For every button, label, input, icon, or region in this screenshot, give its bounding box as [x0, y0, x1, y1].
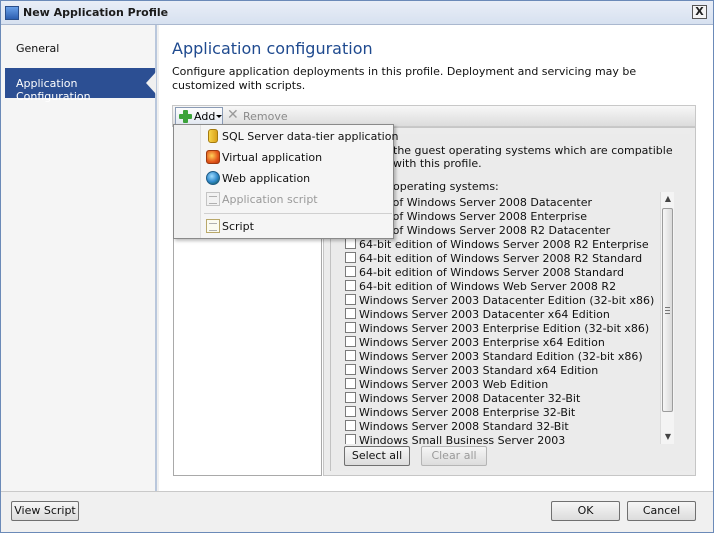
- os-label: ition of Windows Server 2008 R2 Datacent…: [365, 224, 611, 237]
- os-checkbox[interactable]: [345, 392, 356, 403]
- os-checkbox[interactable]: [345, 364, 356, 375]
- menu-item-virtual-application[interactable]: Virtual application: [174, 147, 393, 167]
- web-globe-icon: [206, 171, 220, 185]
- os-list-scrollbar[interactable]: ▲ ▼: [660, 192, 674, 444]
- os-list-label: operating systems:: [393, 180, 499, 193]
- footer: View Script OK Cancel: [1, 491, 713, 532]
- os-label: ition of Windows Server 2008 Datacenter: [365, 196, 593, 209]
- os-checkbox[interactable]: [345, 294, 356, 305]
- title-bar[interactable]: New Application Profile X: [1, 1, 713, 25]
- menu-item-web-application[interactable]: Web application: [174, 168, 393, 188]
- os-row[interactable]: Windows Server 2003 Enterprise x64 Editi…: [345, 336, 665, 350]
- os-label: 64-bit edition of Windows Server 2008 R2…: [359, 252, 643, 265]
- grip-icon: [665, 307, 670, 314]
- os-checkbox[interactable]: [345, 420, 356, 431]
- os-label: 64-bit edition of Windows Server 2008 St…: [359, 266, 624, 279]
- os-row[interactable]: Windows Server 2008 Enterprise 32-Bit: [345, 406, 665, 420]
- os-row[interactable]: Windows Server 2003 Standard Edition (32…: [345, 350, 665, 364]
- script-icon: [206, 192, 220, 206]
- os-checklist: ition of Windows Server 2008 Datacenter …: [345, 194, 679, 444]
- os-row[interactable]: Windows Server 2003 Standard x64 Edition: [345, 364, 665, 378]
- clear-all-button[interactable]: Clear all: [421, 446, 487, 466]
- os-row[interactable]: 64-bit edition of Windows Web Server 200…: [345, 280, 665, 294]
- scroll-down-arrow-icon[interactable]: ▼: [661, 430, 675, 444]
- os-label: Windows Small Business Server 2003: [359, 434, 566, 444]
- os-row[interactable]: 64-bit edition of Windows Server 2008 R2…: [345, 238, 665, 252]
- menu-separator: [204, 213, 392, 214]
- os-row[interactable]: 64-bit edition of Windows Server 2008 R2…: [345, 252, 665, 266]
- os-checkbox[interactable]: [345, 336, 356, 347]
- os-label: 64-bit edition of Windows Server 2008 R2…: [359, 238, 649, 251]
- os-label: Windows Server 2008 Datacenter 32-Bit: [359, 392, 581, 405]
- os-checkbox[interactable]: [345, 406, 356, 417]
- os-checkbox[interactable]: [345, 252, 356, 263]
- os-label: Windows Server 2008 Standard 32-Bit: [359, 420, 569, 433]
- menu-item-label: Web application: [222, 172, 311, 185]
- menu-item-label: SQL Server data-tier application: [222, 130, 399, 143]
- close-button[interactable]: X: [692, 5, 707, 19]
- menu-item-label: Script: [222, 220, 254, 233]
- menu-item-application-script: Application script: [174, 189, 393, 209]
- page-title: Application configuration: [172, 39, 373, 58]
- os-row[interactable]: Windows Server 2008 Datacenter 32-Bit: [345, 392, 665, 406]
- os-row[interactable]: Windows Server 2003 Datacenter Edition (…: [345, 294, 665, 308]
- sidebar-item-label: Application Configuration: [16, 77, 91, 103]
- os-checkbox[interactable]: [345, 238, 356, 249]
- add-button[interactable]: Add: [175, 107, 223, 125]
- window-title: New Application Profile: [23, 6, 169, 19]
- script-icon: [206, 219, 220, 233]
- os-label: Windows Server 2003 Standard Edition (32…: [359, 350, 643, 363]
- menu-item-label: Virtual application: [222, 151, 323, 164]
- os-checkbox[interactable]: [345, 280, 356, 291]
- os-checkbox[interactable]: [345, 308, 356, 319]
- os-row[interactable]: Windows Server 2008 Standard 32-Bit: [345, 420, 665, 434]
- os-label: Windows Server 2003 Standard x64 Edition: [359, 364, 599, 377]
- selection-arrow-icon: [146, 72, 156, 94]
- main-panel: Application configuration Configure appl…: [159, 25, 713, 491]
- add-label: Add: [194, 110, 216, 123]
- menu-item-script[interactable]: Script: [174, 216, 393, 236]
- view-script-button[interactable]: View Script: [11, 501, 79, 521]
- cancel-button[interactable]: Cancel: [627, 501, 696, 521]
- os-checkbox[interactable]: [345, 322, 356, 333]
- remove-button[interactable]: Remove: [243, 110, 288, 123]
- os-label: Windows Server 2003 Datacenter Edition (…: [359, 294, 655, 307]
- os-label: Windows Server 2003 Enterprise Edition (…: [359, 322, 650, 335]
- app-profile-icon: [5, 6, 19, 20]
- ok-button[interactable]: OK: [551, 501, 620, 521]
- chevron-down-icon: [216, 115, 222, 118]
- os-checkbox[interactable]: [345, 378, 356, 389]
- select-all-button[interactable]: Select all: [344, 446, 410, 466]
- os-label: Windows Server 2003 Web Edition: [359, 378, 549, 391]
- os-label: 64-bit edition of Windows Web Server 200…: [359, 280, 617, 293]
- menu-item-sql-server-data-tier-application[interactable]: SQL Server data-tier application: [174, 126, 398, 146]
- compatibility-text: the guest operating systems which are co…: [393, 144, 673, 170]
- menu-item-label: Application script: [222, 193, 318, 206]
- os-checkbox[interactable]: [345, 266, 356, 277]
- os-checkbox[interactable]: [345, 350, 356, 361]
- sidebar-item-application-configuration[interactable]: Application Configuration: [5, 68, 156, 103]
- os-row[interactable]: Windows Server 2003 Enterprise Edition (…: [345, 322, 665, 336]
- sql-icon: [208, 129, 218, 143]
- scroll-thumb[interactable]: [662, 208, 673, 412]
- os-row[interactable]: Windows Server 2003 Web Edition: [345, 378, 665, 392]
- virtual-app-icon: [206, 150, 220, 164]
- page-description: Configure application deployments in thi…: [172, 65, 637, 92]
- dialog-window: New Application Profile X General Applic…: [0, 0, 714, 533]
- os-label: ition of Windows Server 2008 Enterprise: [365, 210, 587, 223]
- os-row[interactable]: 64-bit edition of Windows Server 2008 St…: [345, 266, 665, 280]
- sidebar-item-label: General: [16, 42, 60, 55]
- sidebar: General Application Configuration: [1, 25, 157, 491]
- sidebar-item-general[interactable]: General: [5, 33, 155, 63]
- remove-x-icon: ✕: [227, 107, 239, 123]
- os-row[interactable]: Windows Small Business Server 2003: [345, 434, 665, 444]
- scroll-up-arrow-icon[interactable]: ▲: [661, 192, 675, 206]
- os-label: Windows Server 2003 Datacenter x64 Editi…: [359, 308, 610, 321]
- plus-icon: [179, 110, 192, 123]
- os-label: Windows Server 2008 Enterprise 32-Bit: [359, 406, 576, 419]
- os-row[interactable]: Windows Server 2003 Datacenter x64 Editi…: [345, 308, 665, 322]
- add-dropdown-menu: SQL Server data-tier application Virtual…: [173, 124, 398, 239]
- os-label: Windows Server 2003 Enterprise x64 Editi…: [359, 336, 605, 349]
- os-checkbox[interactable]: [345, 434, 356, 444]
